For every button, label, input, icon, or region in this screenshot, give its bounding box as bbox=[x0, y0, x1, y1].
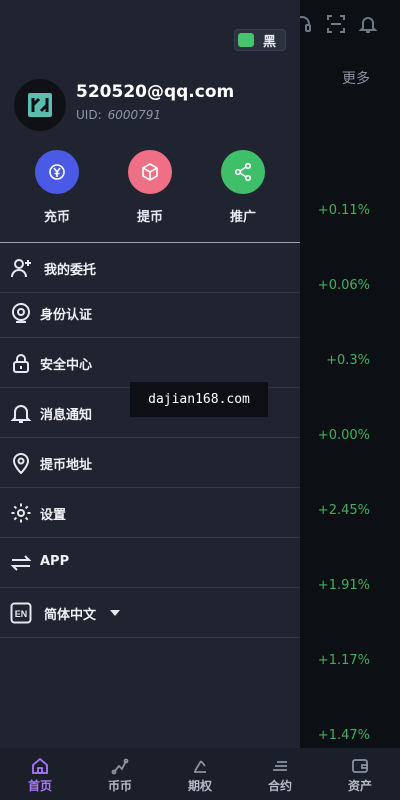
home-icon bbox=[31, 757, 49, 775]
transfer-icon bbox=[10, 552, 32, 574]
menu-label: 设置 bbox=[40, 508, 67, 523]
language-badge: EN bbox=[15, 609, 28, 619]
tab-options[interactable]: 期权 bbox=[160, 748, 240, 800]
location-icon bbox=[10, 452, 32, 475]
promote-label: 推广 bbox=[229, 210, 256, 225]
tab-label: 合约 bbox=[267, 779, 292, 793]
gear-icon bbox=[10, 502, 32, 524]
user-uid: UID: 6000791 bbox=[76, 108, 161, 122]
side-drawer: 黑 520520@qq.com UID: 6000791 充币 提币 推广 我的… bbox=[0, 0, 300, 748]
options-icon bbox=[191, 757, 209, 775]
theme-toggle-label: 黑 bbox=[263, 35, 277, 50]
menu-item-my-orders[interactable]: 我的委托 bbox=[0, 243, 300, 293]
change-percent: +1.17% bbox=[317, 653, 370, 668]
menu-label: 安全中心 bbox=[40, 358, 93, 373]
contract-icon bbox=[271, 757, 289, 775]
deposit-label: 充币 bbox=[43, 210, 70, 225]
language-icon: EN bbox=[10, 602, 32, 624]
menu-label: 我的委托 bbox=[44, 263, 97, 278]
tab-assets[interactable]: 资产 bbox=[320, 748, 400, 800]
tab-label: 期权 bbox=[187, 779, 212, 793]
chevron-down-icon bbox=[110, 610, 120, 616]
deposit-icon bbox=[35, 150, 79, 194]
uid-label: UID: bbox=[76, 108, 102, 122]
menu-item-language[interactable]: EN 简体中文 bbox=[0, 588, 300, 638]
menu-label: 提币地址 bbox=[40, 458, 93, 473]
lock-icon bbox=[10, 352, 32, 374]
bell-icon[interactable] bbox=[358, 14, 378, 34]
change-percent: +0.06% bbox=[317, 278, 370, 293]
user-email: 520520@qq.com bbox=[76, 82, 235, 102]
tab-spot[interactable]: 币币 bbox=[80, 748, 160, 800]
menu-item-security[interactable]: 安全中心 bbox=[0, 338, 300, 388]
change-percent: +1.47% bbox=[317, 728, 370, 743]
menu-label: 身份认证 bbox=[40, 308, 93, 323]
change-percent: +0.11% bbox=[317, 203, 370, 218]
toggle-knob bbox=[238, 33, 254, 47]
wallet-icon bbox=[351, 757, 369, 775]
menu-item-identity[interactable]: 身份认证 bbox=[0, 288, 300, 338]
tab-label: 币币 bbox=[107, 779, 132, 793]
tab-label: 资产 bbox=[347, 779, 372, 793]
menu-label: 消息通知 bbox=[40, 408, 93, 423]
tab-label: 首页 bbox=[27, 779, 52, 793]
scan-icon[interactable] bbox=[326, 14, 346, 34]
uid-value: 6000791 bbox=[107, 108, 162, 122]
menu-item-withdraw-address[interactable]: 提币地址 bbox=[0, 438, 300, 488]
bottom-nav: 首页 币币 期权 合约 资产 bbox=[0, 748, 400, 800]
user-plus-icon bbox=[10, 257, 32, 279]
tab-home[interactable]: 首页 bbox=[0, 748, 80, 800]
change-percent: +2.45% bbox=[317, 503, 370, 518]
share-icon bbox=[221, 150, 265, 194]
camera-icon bbox=[10, 302, 32, 324]
withdraw-button[interactable]: 提币 bbox=[120, 150, 180, 225]
theme-toggle[interactable]: 黑 bbox=[234, 29, 286, 51]
menu-item-settings[interactable]: 设置 bbox=[0, 488, 300, 538]
promote-button[interactable]: 推广 bbox=[213, 150, 273, 225]
menu-label: APP bbox=[40, 554, 70, 569]
withdraw-icon bbox=[128, 150, 172, 194]
coin-icon bbox=[111, 757, 129, 775]
change-percent: +0.3% bbox=[326, 353, 370, 368]
avatar[interactable] bbox=[14, 79, 66, 131]
withdraw-label: 提币 bbox=[136, 210, 163, 225]
menu-item-app[interactable]: APP bbox=[0, 538, 300, 588]
change-percent: +1.91% bbox=[317, 578, 370, 593]
bell-icon bbox=[10, 402, 32, 424]
deposit-button[interactable]: 充币 bbox=[27, 150, 87, 225]
watermark: dajian168.com bbox=[130, 382, 268, 417]
tab-contract[interactable]: 合约 bbox=[240, 748, 320, 800]
more-link[interactable]: 更多 bbox=[342, 68, 370, 88]
menu-label: 简体中文 bbox=[44, 608, 97, 623]
change-percent: +0.00% bbox=[317, 428, 370, 443]
logo-icon bbox=[28, 93, 52, 117]
